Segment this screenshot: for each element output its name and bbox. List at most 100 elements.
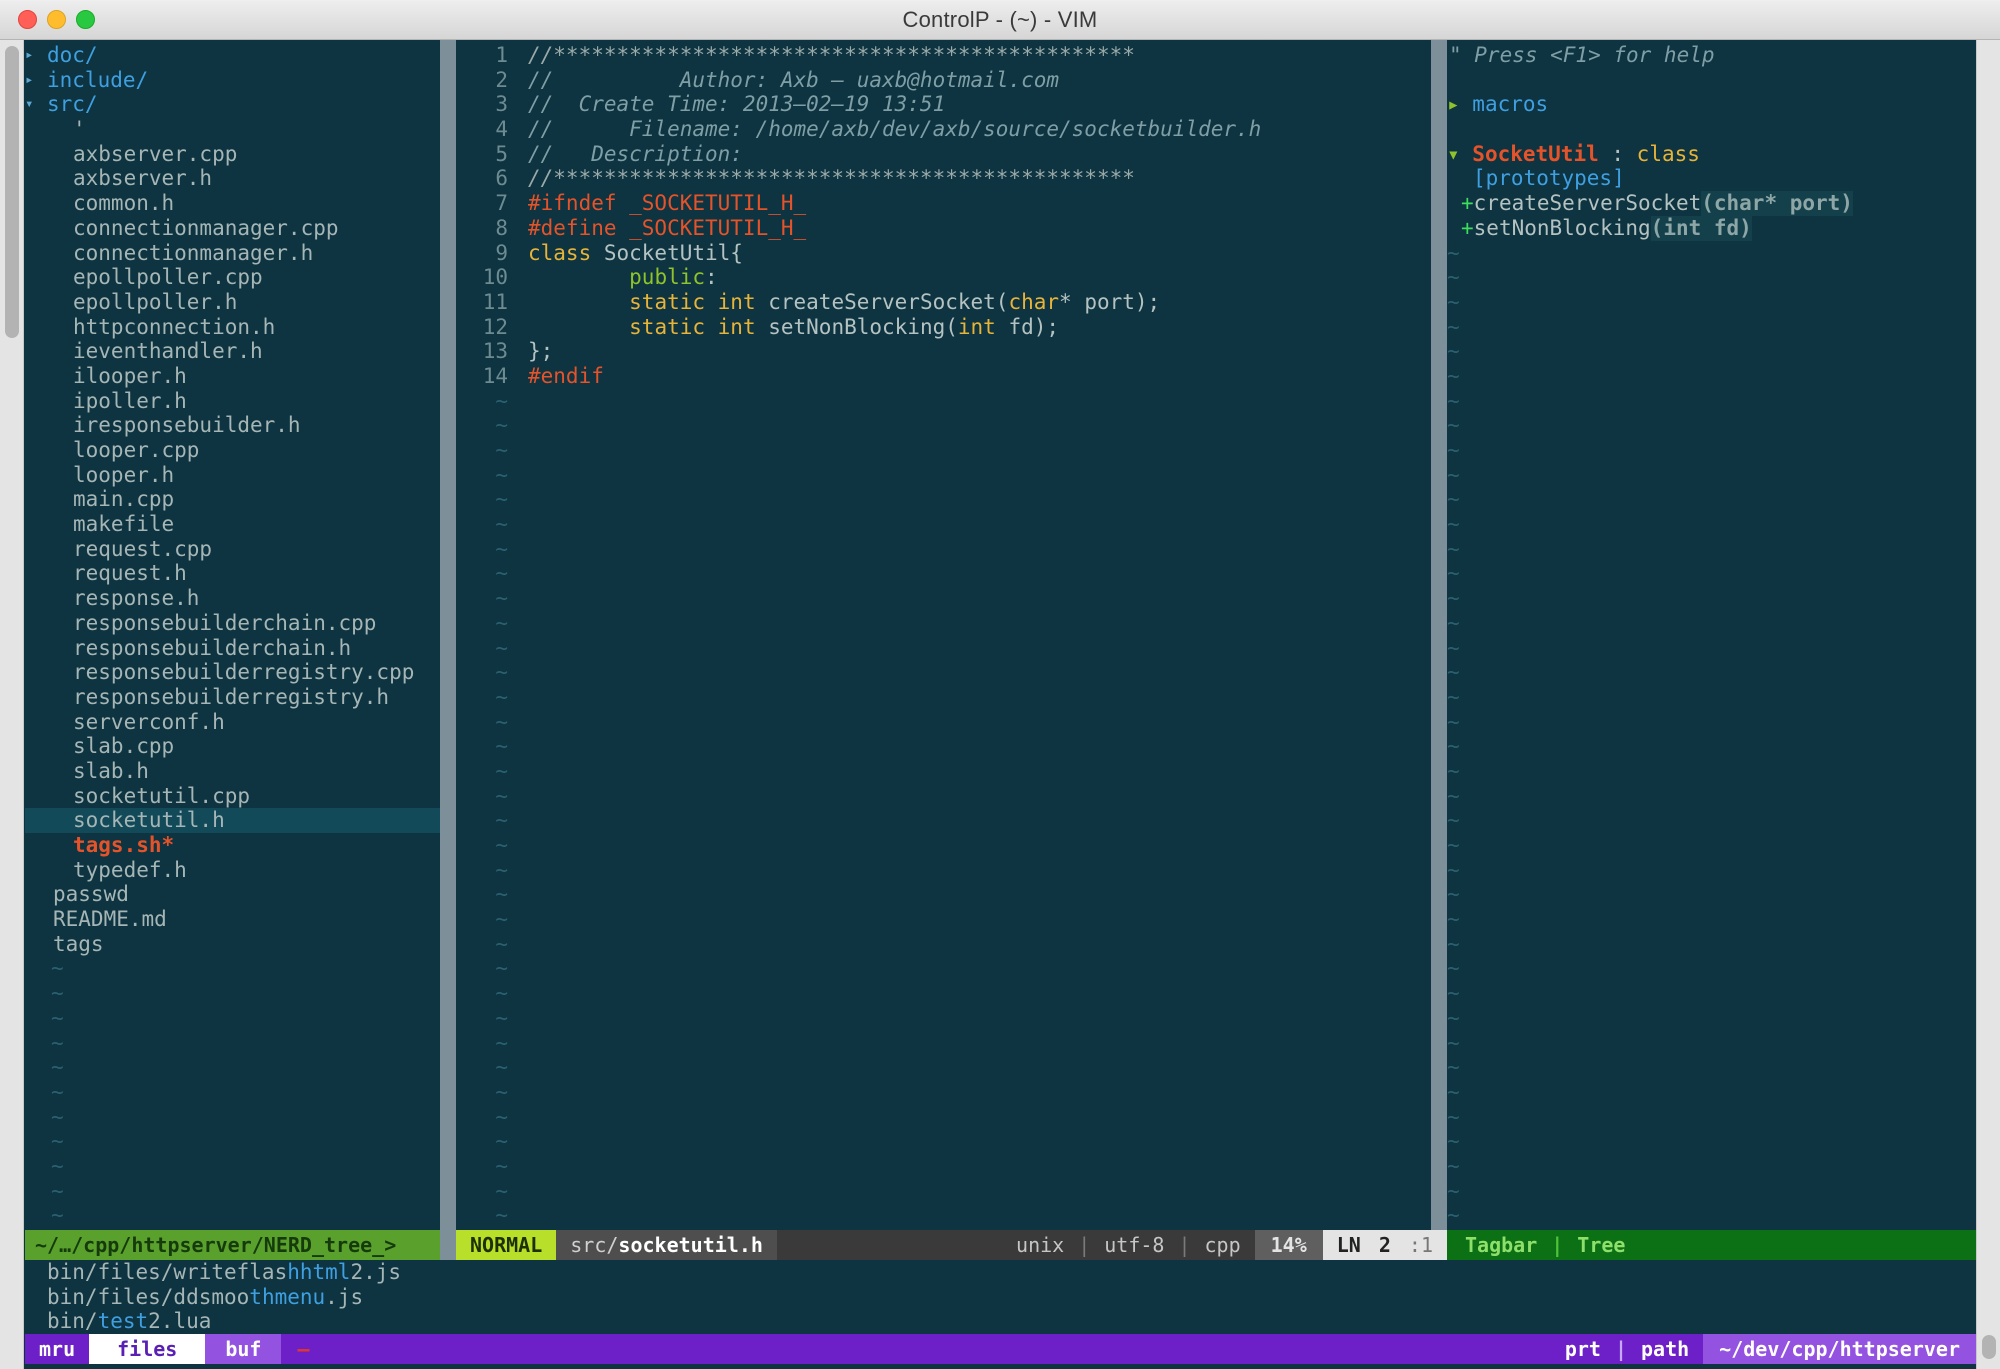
split-bar-left[interactable] [440, 40, 456, 1230]
nerdtree-file-row[interactable]: tags [25, 932, 440, 957]
nerdtree-file-row[interactable]: httpconnection.h [25, 315, 440, 340]
ctrlp-tab-mru[interactable]: mru [25, 1334, 90, 1364]
nerdtree-file-row[interactable]: looper.cpp [25, 438, 440, 463]
tagbar-prototypes-row[interactable]: [prototypes] [1447, 166, 1976, 191]
ctrlp-result-suffix: 2.lua [148, 1309, 212, 1334]
editor-gutter-pad [508, 784, 528, 809]
nerdtree-file-row[interactable]: iresponsebuilder.h [25, 413, 440, 438]
editor-line[interactable]: 1 //*************************************… [456, 43, 1431, 68]
nerdtree-file-row[interactable]: responsebuilderchain.cpp [25, 611, 440, 636]
tagbar-member-name: setNonBlocking [1473, 215, 1651, 240]
nerdtree-file-row[interactable]: slab.h [25, 759, 440, 784]
editor-empty-line: ~ [456, 710, 1431, 735]
nerdtree-file-row[interactable]: epollpoller.cpp [25, 265, 440, 290]
code-token: }; [528, 339, 554, 364]
nerdtree-file-row[interactable]: ipoller.h [25, 389, 440, 414]
editor-line[interactable]: 3 // Create Time: 2013–02–19 13:51 [456, 92, 1431, 117]
nerdtree-file-row[interactable]: makefile [25, 512, 440, 537]
tagbar-member-row[interactable]: + setNonBlocking (int fd) [1447, 215, 1976, 241]
editor-gutter-pad [508, 734, 528, 759]
right-scrollbar-thumb[interactable] [1982, 1335, 1996, 1359]
nerdtree-file-row[interactable]: epollpoller.h [25, 290, 440, 315]
editor-line[interactable]: 9 class SocketUtil{ [456, 241, 1431, 266]
tagbar-pane[interactable]: " Press <F1> for help ▸ macros ▾ SocketU… [1447, 40, 1976, 1230]
nerdtree-file-row[interactable]: responsebuilderregistry.cpp [25, 660, 440, 685]
editor-line[interactable]: 5 // Description: [456, 142, 1431, 167]
chevron-down-icon[interactable]: ▾ [25, 92, 47, 117]
status-tagbar-mode: Tree [1577, 1233, 1626, 1257]
nerdtree-file-row[interactable]: request.cpp [25, 537, 440, 562]
editor-gutter-pad [508, 339, 528, 364]
nerdtree-file-row[interactable]: common.h [25, 191, 440, 216]
nerdtree-file-row[interactable]: tags.sh* [25, 833, 440, 858]
nerdtree-file-row[interactable]: ilooper.h [25, 364, 440, 389]
ctrlp-path-label[interactable]: path [1627, 1337, 1703, 1361]
editor-empty-marker: ~ [495, 709, 508, 734]
nerdtree-dir-row[interactable]: ▾ src/ [25, 92, 440, 117]
nerdtree-file-row[interactable]: passwd [25, 882, 440, 907]
editor-line[interactable]: 11 static int createServerSocket(char* p… [456, 290, 1431, 315]
tagbar-macros-row[interactable]: ▸ macros [1447, 92, 1976, 117]
right-scrollbar[interactable] [1976, 40, 2000, 1369]
editor-pane[interactable]: 1 //*************************************… [456, 40, 1431, 1230]
editor-line[interactable]: 8 #define _SOCKETUTIL_H_ [456, 216, 1431, 241]
chevron-right-icon[interactable]: ▸ [25, 43, 47, 68]
chevron-right-icon[interactable]: ▸ [1447, 92, 1460, 117]
nerdtree-file-row[interactable]: typedef.h [25, 858, 440, 883]
tagbar-empty-line: ~ [1447, 586, 1460, 611]
nerdtree-file-row[interactable]: socketutil.cpp [25, 784, 440, 809]
editor-line[interactable]: 13}; [456, 339, 1431, 364]
nerdtree-file-row[interactable]: looper.h [25, 463, 440, 488]
nerdtree-file-row[interactable]: axbserver.cpp [25, 142, 440, 167]
nerdtree-file-row[interactable]: connectionmanager.h [25, 241, 440, 266]
editor-line[interactable]: 4 // Filename: /home/axb/dev/axb/source/s… [456, 117, 1431, 142]
nerdtree-file-row[interactable]: responsebuilderregistry.h [25, 685, 440, 710]
status-tagbar-label: Tagbar [1465, 1233, 1538, 1257]
ctrlp-result-row[interactable]: bin/test 2.lua [25, 1309, 1976, 1334]
ctrlp-result-row[interactable]: bin/files/writeflas hhtml 2.js [25, 1260, 1976, 1285]
ctrlp-tab-files[interactable]: files [89, 1334, 206, 1364]
split-bar-right[interactable] [1431, 40, 1447, 1230]
nerdtree-dir-row[interactable]: ▸ doc/ [25, 43, 440, 68]
editor-line[interactable]: 14 #endif [456, 364, 1431, 389]
window-body: ▸ doc/▸ include/▾ src/' axbserver.cpp axbserv… [0, 40, 2000, 1369]
editor-empty-line: ~ [456, 586, 1431, 611]
nerdtree-dir-row[interactable]: ▸ include/ [25, 68, 440, 93]
editor-line[interactable]: 7 #ifndef _SOCKETUTIL_H_ [456, 191, 1431, 216]
editor-line[interactable]: 12 static int setNonBlocking(int fd); [456, 315, 1431, 340]
tagbar-member-row[interactable]: + createServerSocket (char* port) [1447, 191, 1976, 216]
nerdtree-file-row[interactable]: connectionmanager.cpp [25, 216, 440, 241]
nerdtree-file-row[interactable]: request.h [25, 561, 440, 586]
nerdtree-tick: ' [73, 117, 86, 142]
nerdtree-file-row[interactable]: socketutil.h [25, 808, 440, 833]
ctrlp-tab-buf[interactable]: buf [205, 1334, 282, 1364]
tagbar-empty-line: ~ [1447, 758, 1460, 783]
nerdtree-file-row[interactable]: axbserver.h [25, 166, 440, 191]
editor-line[interactable]: 2 // Author: Axb – uaxb@hotmail.com [456, 68, 1431, 93]
tagbar-member-signature: (int fd) [1650, 215, 1752, 241]
nerdtree-file-label: socketutil.cpp [73, 783, 251, 808]
left-scrollbar[interactable] [0, 40, 24, 1369]
window-title: ControlP - (~) - VIM [902, 6, 1098, 32]
chevron-down-icon[interactable]: ▾ [1447, 142, 1460, 167]
nerdtree-file-row[interactable]: slab.cpp [25, 734, 440, 759]
ctrlp-result-row[interactable]: bin/files/ddsmoo thmenu .js [25, 1285, 1976, 1310]
nerdtree-file-row[interactable]: responsebuilderchain.h [25, 636, 440, 661]
nerdtree-file-row[interactable]: response.h [25, 586, 440, 611]
nerdtree-file-row[interactable]: ieventhandler.h [25, 339, 440, 364]
editor-gutter-pad [508, 907, 528, 932]
left-scrollbar-thumb[interactable] [5, 46, 19, 338]
ctrlp-prt-label[interactable]: prt [1551, 1337, 1615, 1361]
nerdtree-pane[interactable]: ▸ doc/▸ include/▾ src/' axbserver.cpp axbserv… [25, 40, 440, 1230]
editor-empty-marker: ~ [495, 561, 508, 586]
nerdtree-file-row[interactable]: main.cpp [25, 487, 440, 512]
editor-line[interactable]: 6 //*************************************… [456, 166, 1431, 191]
editor-line[interactable]: 10 public: [456, 265, 1431, 290]
tagbar-empty-line: ~ [1447, 438, 1460, 462]
editor-line-number: 13 [482, 339, 508, 364]
tagbar-class-row[interactable]: ▾ SocketUtil : class [1447, 142, 1976, 167]
chevron-right-icon[interactable]: ▸ [25, 68, 47, 93]
nerdtree-file-row[interactable]: README.md [25, 907, 440, 932]
nerdtree-file-row[interactable]: serverconf.h [25, 710, 440, 735]
